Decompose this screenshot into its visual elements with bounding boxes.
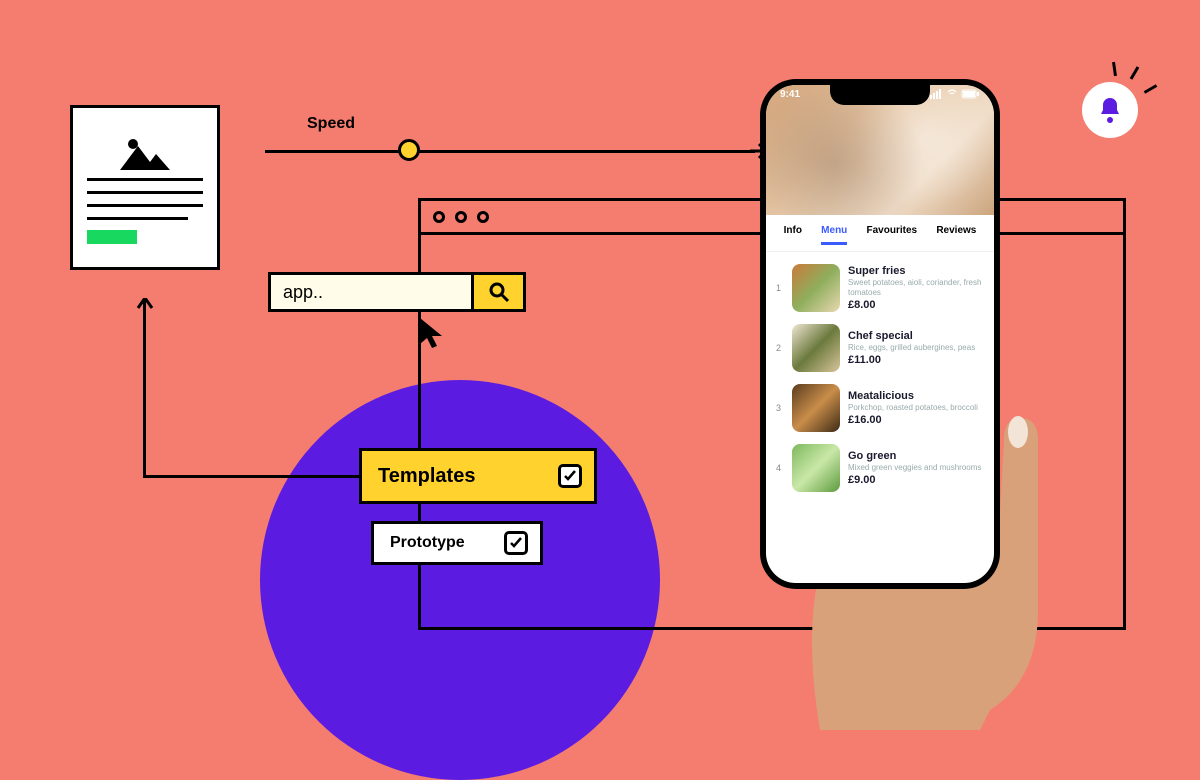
item-price: £11.00: [848, 354, 984, 366]
item-name: Super fries: [848, 265, 984, 277]
item-name: Chef special: [848, 330, 984, 342]
food-thumbnail: [792, 444, 840, 492]
item-number: 1: [776, 283, 784, 293]
menu-list: 1 Super fries Sweet potatoes, aioli, cor…: [766, 252, 994, 504]
tag-label: Prototype: [390, 534, 465, 552]
search-input[interactable]: app..: [271, 275, 471, 309]
text-line: [87, 178, 203, 181]
item-price: £16.00: [848, 414, 984, 426]
connector-line: [143, 475, 361, 478]
item-name: Meatalicious: [848, 390, 984, 402]
document-card: [70, 105, 220, 270]
slider-handle[interactable]: [398, 139, 420, 161]
phone-mockup: 9:41 Info Menu Favourites Reviews 1 Supe…: [760, 79, 1000, 589]
item-number: 3: [776, 403, 784, 413]
item-number: 4: [776, 463, 784, 473]
tab-reviews[interactable]: Reviews: [936, 225, 976, 245]
phone-screen: 9:41 Info Menu Favourites Reviews 1 Supe…: [766, 85, 994, 583]
connector-line: [143, 300, 146, 478]
cursor-icon: [420, 318, 448, 350]
item-price: £9.00: [848, 474, 984, 486]
menu-item[interactable]: 3 Meatalicious Porkchop, roasted potatoe…: [776, 378, 984, 438]
text-line: [87, 204, 203, 207]
slider-track[interactable]: [265, 150, 755, 153]
text-line: [87, 191, 203, 194]
arrow-up-icon: [136, 298, 154, 312]
checkbox-icon[interactable]: [504, 531, 528, 555]
image-placeholder-icon: [87, 120, 203, 170]
bell-icon: [1097, 96, 1123, 124]
templates-tag[interactable]: Templates: [359, 448, 597, 504]
emphasis-line: [1130, 66, 1140, 80]
prototype-tag[interactable]: Prototype: [371, 521, 543, 565]
status-icons: [930, 89, 980, 102]
emphasis-line: [1112, 62, 1117, 76]
item-price: £8.00: [848, 299, 984, 311]
highlight-block: [87, 230, 137, 244]
tab-menu[interactable]: Menu: [821, 225, 847, 245]
tag-label: Templates: [378, 465, 475, 488]
item-description: Rice, eggs, grilled aubergines, peas: [848, 343, 984, 353]
text-line: [87, 217, 188, 220]
emphasis-line: [1144, 84, 1158, 94]
menu-item[interactable]: 1 Super fries Sweet potatoes, aioli, cor…: [776, 258, 984, 318]
search-bar[interactable]: app..: [268, 272, 526, 312]
status-time: 9:41: [780, 89, 800, 102]
item-description: Sweet potatoes, aioli, coriander, fresh …: [848, 278, 984, 297]
search-button[interactable]: [471, 275, 523, 309]
window-dot: [433, 211, 445, 223]
speed-label: Speed: [307, 115, 355, 133]
menu-item[interactable]: 4 Go green Mixed green veggies and mushr…: [776, 438, 984, 498]
search-icon: [488, 281, 510, 303]
item-description: Mixed green veggies and mushrooms: [848, 463, 984, 473]
window-dot: [477, 211, 489, 223]
food-thumbnail: [792, 324, 840, 372]
status-bar: 9:41: [766, 89, 994, 102]
checkbox-icon[interactable]: [558, 464, 582, 488]
menu-item[interactable]: 2 Chef special Rice, eggs, grilled auber…: [776, 318, 984, 378]
phone-tabs: Info Menu Favourites Reviews: [766, 215, 994, 252]
item-description: Porkchop, roasted potatoes, broccoli: [848, 403, 984, 413]
food-thumbnail: [792, 264, 840, 312]
tab-info[interactable]: Info: [784, 225, 802, 245]
tab-favourites[interactable]: Favourites: [867, 225, 918, 245]
item-number: 2: [776, 343, 784, 353]
window-dot: [455, 211, 467, 223]
food-thumbnail: [792, 384, 840, 432]
notification-bell[interactable]: [1082, 82, 1138, 138]
item-name: Go green: [848, 450, 984, 462]
